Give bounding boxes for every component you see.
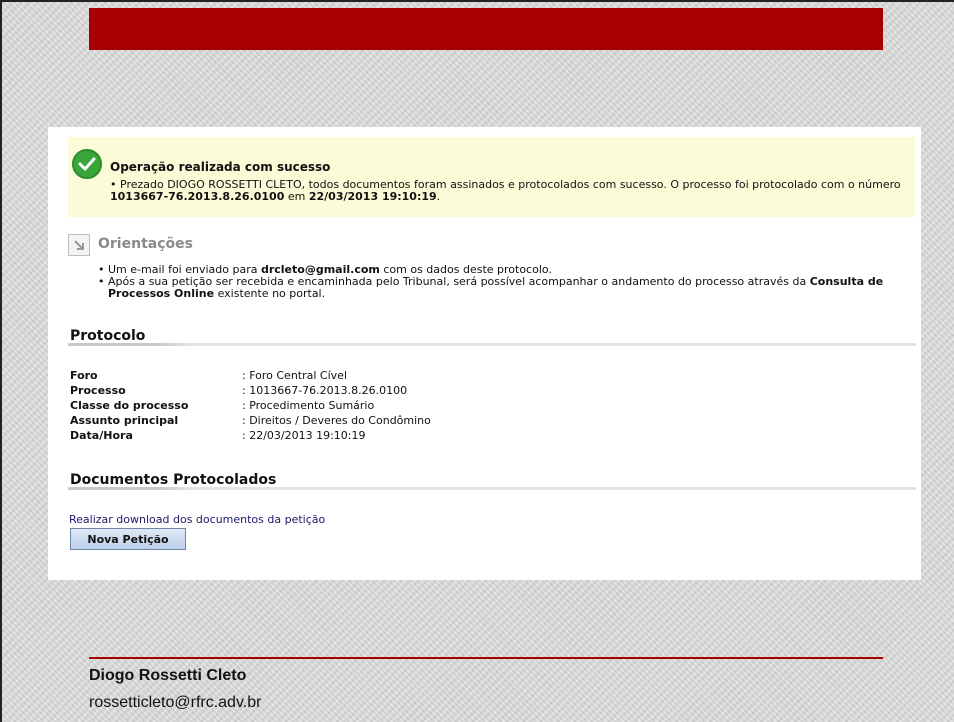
row-value: : 22/03/2013 19:10:19 [242,429,366,442]
nova-peticao-button[interactable]: Nova Petição [70,528,186,550]
process-number: 1013667-76.2013.8.26.0100 [110,190,285,203]
row-label: Assunto principal [70,414,179,427]
protocolo-heading: Protocolo [70,328,146,344]
protocolo-divider [68,343,916,346]
orientacoes-title: Orientações [98,236,193,252]
table-row: Classe do processo : Procedimento Sumári… [70,398,431,413]
row-label: Processo [70,384,126,397]
success-message-part3: . [436,190,441,203]
row-value: : 1013667-76.2013.8.26.0100 [242,384,408,397]
protocolo-table: Foro : Foro Central Cível Processo : 101… [70,368,431,443]
list-item: Após a sua petição ser recebida e encami… [98,276,898,300]
row-label: Data/Hora [70,429,133,442]
table-row: Assunto principal : Direitos / Deveres d… [70,413,431,428]
success-message-part2: em [284,190,309,203]
success-title: Operação realizada com sucesso [110,160,331,174]
success-message-box: Operação realizada com sucesso • Prezado… [68,137,915,217]
author-email: rossetticleto@rfrc.adv.br [89,694,262,711]
table-row: Data/Hora : 22/03/2013 19:10:19 [70,428,431,443]
screenshot-panel: Operação realizada com sucesso • Prezado… [48,127,921,580]
row-label: Foro [70,369,98,382]
download-documents-link[interactable]: Realizar download dos documentos da peti… [69,513,325,526]
checkmark-icon [72,149,102,179]
row-label: Classe do processo [70,399,189,412]
footer-red-line [89,657,883,659]
table-row: Foro : Foro Central Cível [70,368,431,383]
protocol-datetime: 22/03/2013 19:10:19 [308,190,437,203]
orientacoes-list: Um e-mail foi enviado para drcleto@gmail… [98,264,898,300]
table-row: Processo : 1013667-76.2013.8.26.0100 [70,383,431,398]
success-text: • Prezado DIOGO ROSSETTI CLETO, todos do… [110,179,910,203]
arrow-down-right-icon [68,234,90,256]
row-value: : Foro Central Cível [242,369,347,382]
documentos-divider [68,487,916,490]
documentos-heading: Documentos Protocolados [70,472,277,488]
row-value: : Procedimento Sumário [242,399,375,412]
row-value: : Direitos / Deveres do Condômino [242,414,431,427]
author-name: Diogo Rossetti Cleto [89,667,247,684]
top-red-bar [89,8,883,50]
item-text: existente no portal. [214,287,326,300]
